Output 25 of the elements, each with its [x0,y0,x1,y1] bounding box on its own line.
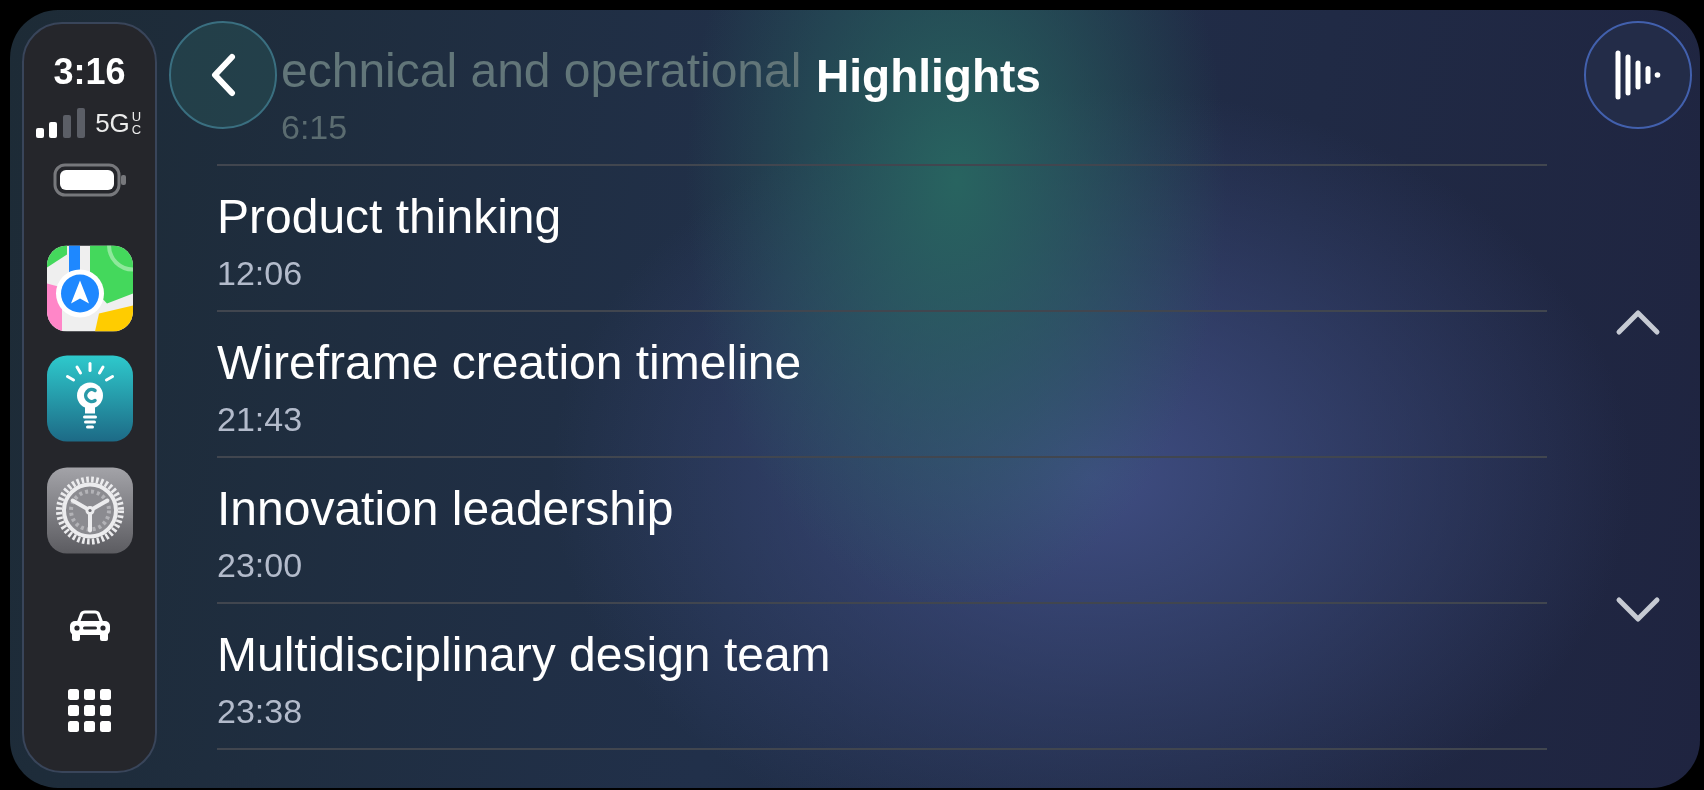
highlight-title: Wireframe creation timeline [217,335,802,391]
page-title: Highlights [816,49,1041,104]
highlight-title: Innovation leadership [217,481,674,537]
settings-app-icon[interactable] [46,467,133,554]
highlight-title: Product thinking [217,189,562,245]
signal-icon [36,108,87,138]
highlight-time: 6:15 [281,107,348,147]
highlight-time: 12:06 [217,253,303,293]
waveform-icon [1615,50,1661,100]
app-grid-icon[interactable] [68,689,111,732]
highlight-title: Multidisciplinary design team [217,627,831,683]
network-label: 5G [95,108,130,138]
chevron-left-icon [209,53,237,97]
battery-icon [52,163,127,197]
highlight-time: 21:43 [217,399,303,439]
status-time: 3:16 [53,52,126,92]
highlight-time: 23:00 [217,545,303,585]
highlight-title: echnical and operational [281,43,802,99]
chevron-up-icon [1615,308,1661,336]
lightbulb-app-icon[interactable] [46,355,133,442]
chevron-down-icon [1615,596,1661,624]
highlight-time: 23:38 [217,691,303,731]
car-icon[interactable] [67,609,112,641]
network-sub-label: UC [131,110,143,136]
map-app-icon[interactable] [46,245,133,332]
